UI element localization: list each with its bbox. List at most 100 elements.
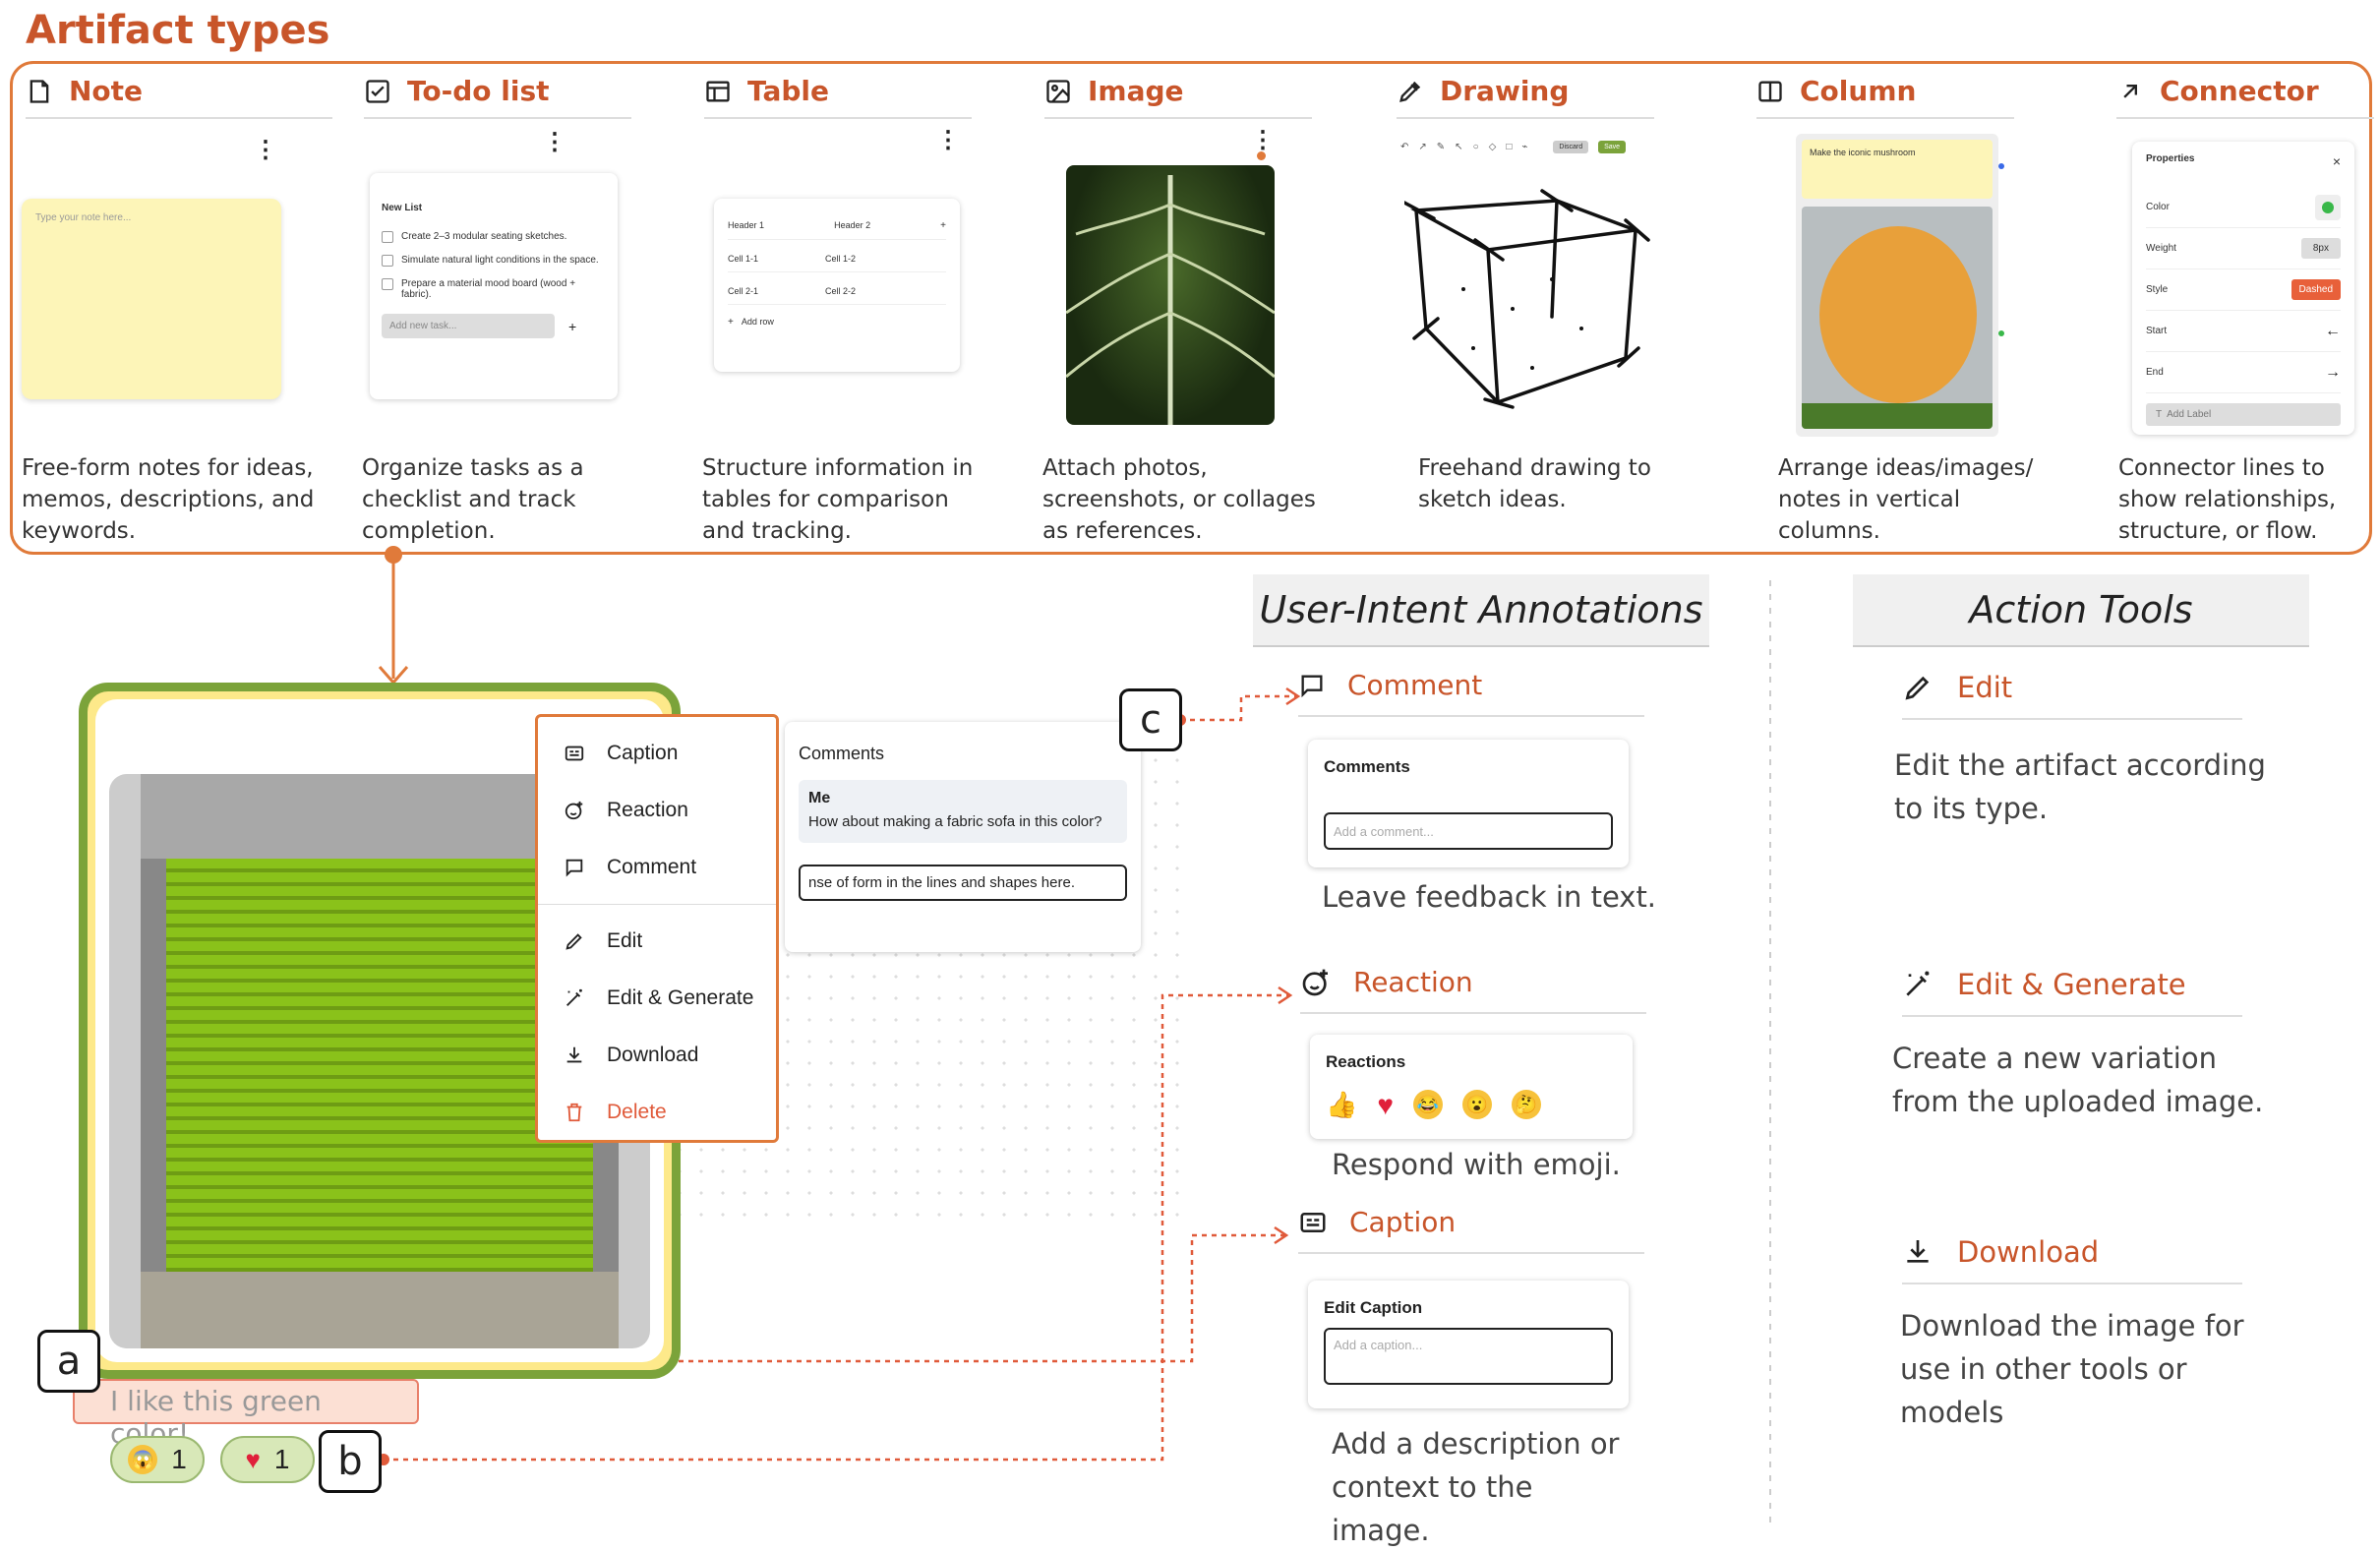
pencil-tool-icon[interactable]: ✎ [1437, 142, 1445, 152]
comment-input[interactable]: Add a comment... [1324, 812, 1613, 850]
more-icon[interactable]: ⋮ [254, 136, 277, 164]
column-note[interactable]: Make the iconic mushroom [1802, 140, 1993, 199]
shape-tool-icon[interactable]: ○ [1473, 142, 1479, 152]
menu-delete[interactable]: Delete [538, 1084, 776, 1141]
close-icon[interactable]: × [2333, 153, 2341, 169]
caption-input[interactable]: Add a caption... [1324, 1328, 1613, 1385]
todo-checkbox[interactable] [382, 231, 393, 243]
more-icon[interactable]: ⋮ [543, 128, 566, 156]
menu-caption[interactable]: Caption [538, 725, 776, 782]
undo-icon[interactable]: ↶ [1400, 142, 1408, 152]
color-swatch-button[interactable] [2315, 194, 2341, 220]
menu-divider [538, 904, 776, 905]
arrow-right-icon[interactable]: → [2325, 364, 2341, 382]
note-card[interactable]: Type your note here... [22, 199, 281, 399]
intent-caption-desc: Add a description or context to the imag… [1332, 1427, 1620, 1547]
artifact-table-name: Table [747, 75, 830, 107]
scream-emoji-icon: 😱 [128, 1445, 158, 1474]
comment-pane: Comments Add a comment... [1308, 740, 1629, 867]
comment-item: Me How about making a fabric sofa in thi… [799, 780, 1127, 843]
pencil-icon [1905, 676, 1930, 700]
eraser-tool-icon[interactable]: ◇ [1489, 142, 1497, 152]
table-header: Header 2 [834, 220, 871, 230]
mushroom-image[interactable] [1802, 207, 1993, 429]
square-tool-icon[interactable]: □ [1506, 142, 1512, 152]
end-label: End [2146, 367, 2164, 378]
table-cell[interactable]: Cell 2-1 [728, 286, 758, 296]
table-cell[interactable]: Cell 1-2 [825, 254, 856, 264]
menu-item-label: Caption [607, 742, 679, 764]
tool-edit-generate-label: Edit & Generate [1957, 968, 2186, 1001]
add-row-button[interactable]: Add row [742, 317, 774, 328]
table-icon [706, 81, 730, 101]
caption-bubble[interactable]: I like this green color! [73, 1379, 419, 1450]
arrow-tool-icon[interactable]: ↗ [1418, 142, 1426, 152]
style-select[interactable]: Dashed [2291, 279, 2341, 300]
comment-author: Me [808, 790, 831, 806]
leaf-veins [1066, 175, 1275, 425]
reaction-count: 1 [171, 1444, 187, 1474]
menu-item-label: Delete [607, 1101, 667, 1123]
add-label-button[interactable]: T Add Label [2146, 403, 2341, 426]
magic-wand-icon [566, 988, 582, 1006]
menu-comment[interactable]: Comment [538, 839, 776, 896]
leaf-image[interactable] [1066, 165, 1275, 425]
connector-handle[interactable] [1998, 330, 2004, 336]
floor [141, 1272, 619, 1348]
connector-handle[interactable] [1998, 163, 2004, 169]
todo-checkbox[interactable] [382, 255, 393, 267]
comments-panel-title: Comments [799, 744, 885, 763]
table-cell[interactable]: Cell 2-2 [825, 286, 856, 296]
resize-handle[interactable] [1257, 151, 1266, 160]
arrow-left-icon[interactable]: ← [2325, 323, 2341, 340]
table-cell[interactable]: Cell 1-1 [728, 254, 758, 264]
surprised-icon[interactable]: 😮 [1462, 1090, 1492, 1119]
comment-pane-title: Comments [1324, 757, 1410, 776]
select-tool-icon[interactable]: ↖ [1455, 142, 1462, 152]
artifact-column-name: Column [1800, 75, 1917, 107]
table-card[interactable]: Header 1 Header 2 + Cell 1-1 Cell 1-2 Cell … [714, 199, 960, 372]
menu-download[interactable]: Download [538, 1027, 776, 1084]
reaction-chip-scream[interactable]: 😱 1 [110, 1436, 205, 1483]
laugh-icon[interactable]: 😂 [1413, 1090, 1443, 1119]
todo-checkbox[interactable] [382, 278, 393, 290]
save-button[interactable]: Save [1598, 140, 1627, 153]
menu-edit[interactable]: Edit [538, 913, 776, 970]
menu-item-label: Download [607, 1044, 699, 1066]
tool-download: Download [1902, 1235, 2242, 1284]
menu-item-label: Edit [607, 929, 643, 952]
caption-pane: Edit Caption Add a caption... [1308, 1281, 1629, 1408]
heart-icon[interactable]: ♥ [1377, 1090, 1394, 1121]
weight-select[interactable]: 8px [2300, 238, 2341, 259]
todo-add-input[interactable]: Add new task... [382, 314, 555, 338]
plus-icon[interactable]: + [568, 319, 576, 334]
smile-plus-icon [1302, 969, 1328, 995]
tool-edit: Edit [1902, 671, 2242, 720]
todo-card[interactable]: New List Create 2–3 modular seating sket… [370, 173, 618, 399]
page-title: Artifact types [26, 8, 330, 53]
discard-button[interactable]: Discard [1553, 140, 1589, 153]
plus-icon[interactable]: + [940, 220, 946, 231]
more-icon[interactable]: ⋮ [1251, 126, 1275, 154]
caption-icon [1300, 1212, 1326, 1232]
smile-plus-icon [565, 801, 583, 820]
label-a: a [37, 1330, 100, 1393]
download-icon [1907, 1240, 1929, 1263]
weight-label: Weight [2146, 243, 2176, 254]
artifact-image-name: Image [1088, 75, 1184, 107]
checkbox-icon [366, 79, 389, 103]
more-icon[interactable]: ⋮ [936, 126, 960, 154]
arrow-up-right-icon [2123, 84, 2137, 98]
comment-input[interactable]: nse of form in the lines and shapes here… [799, 865, 1127, 901]
artifact-connector-desc: Connector lines to show relationships, s… [2118, 455, 2337, 544]
reaction-chip-heart[interactable]: ♥ 1 [220, 1436, 315, 1483]
thumbs-up-icon[interactable]: 👍 [1326, 1090, 1357, 1121]
thinking-icon[interactable]: 🤔 [1512, 1090, 1541, 1119]
reaction-count: 1 [273, 1444, 290, 1474]
tool-download-label: Download [1957, 1235, 2100, 1269]
menu-reaction[interactable]: Reaction [538, 782, 776, 839]
intent-caption-label: Caption [1349, 1206, 1457, 1238]
menu-edit-generate[interactable]: Edit & Generate [538, 970, 776, 1027]
link-tool-icon[interactable]: ⌁ [1521, 142, 1527, 152]
column-card[interactable]: Make the iconic mushroom [1796, 134, 1998, 437]
